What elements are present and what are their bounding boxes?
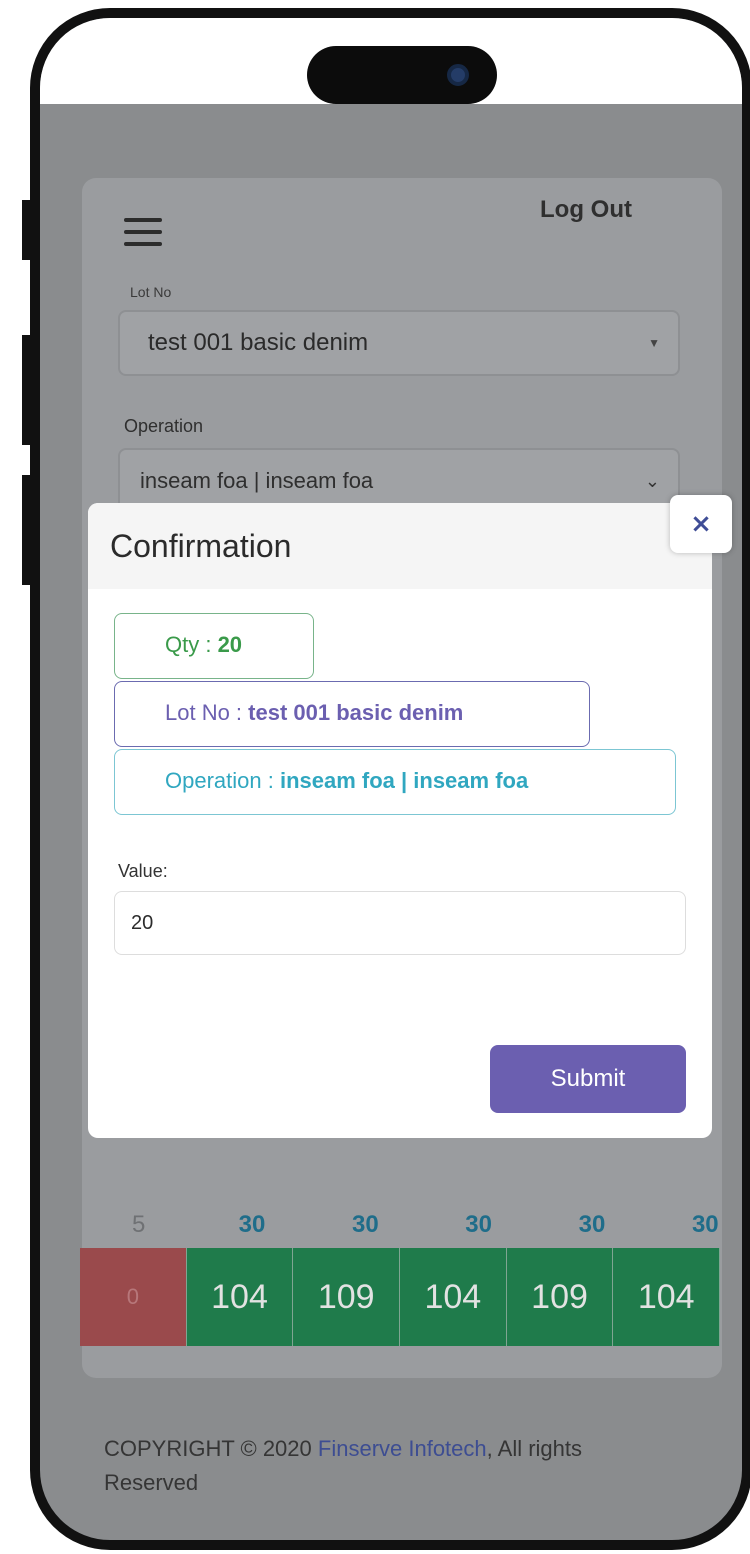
lot-value: test 001 basic denim bbox=[248, 700, 464, 725]
count-cell: 104 bbox=[613, 1248, 721, 1346]
count-cell: 104 bbox=[400, 1248, 507, 1346]
side-button bbox=[22, 475, 32, 585]
logout-link[interactable]: Log Out bbox=[540, 196, 632, 224]
count-cell: 109 bbox=[506, 1248, 614, 1346]
footer-brand-link[interactable]: Finserve Infotech bbox=[318, 1436, 487, 1461]
lot-chip: Lot No : test 001 basic denim bbox=[114, 681, 590, 747]
caret-down-icon: ▼ bbox=[648, 336, 660, 350]
side-button bbox=[22, 200, 32, 260]
camera-notch bbox=[307, 46, 497, 104]
value-input[interactable] bbox=[114, 891, 686, 955]
operation-label: Operation bbox=[124, 416, 204, 436]
qty-chip: Qty : 20 bbox=[114, 613, 314, 679]
confirmation-modal: Confirmation × Qty : 20 Lot No : test 00… bbox=[88, 495, 732, 1138]
close-icon[interactable]: × bbox=[670, 495, 732, 553]
operation-chip: Operation : inseam foa | inseam foa bbox=[114, 749, 676, 815]
qty-value: 20 bbox=[217, 632, 243, 657]
submit-button[interactable]: Submit bbox=[490, 1045, 686, 1113]
lot-no-label: Lot No bbox=[130, 284, 172, 300]
side-button bbox=[22, 335, 32, 445]
operation-value: inseam foa | inseam foa bbox=[140, 468, 374, 493]
qty-label: Qty : bbox=[165, 632, 218, 657]
operation-chip-value: inseam foa | inseam foa bbox=[279, 768, 529, 793]
hamburger-menu-icon[interactable] bbox=[124, 218, 162, 246]
value-label: Value: bbox=[118, 861, 168, 881]
lot-label: Lot No : bbox=[165, 700, 249, 725]
modal-title: Confirmation bbox=[110, 528, 292, 564]
lot-no-select[interactable]: test 001 basic denim ▼ bbox=[118, 310, 680, 376]
footer-copyright: COPYRIGHT © 2020 Finserve Infotech, All … bbox=[104, 1432, 664, 1500]
count-cell: 0 bbox=[80, 1248, 187, 1346]
count-cell: 104 bbox=[186, 1248, 294, 1346]
camera-icon bbox=[447, 64, 469, 86]
operation-chip-label: Operation : bbox=[165, 768, 280, 793]
footer-prefix: COPYRIGHT © 2020 bbox=[104, 1436, 318, 1461]
counts-row: 0 104 109 104 109 104 bbox=[80, 1248, 721, 1346]
count-cell: 109 bbox=[293, 1248, 401, 1346]
lot-no-value: test 001 basic denim bbox=[148, 329, 369, 356]
modal-header: Confirmation bbox=[88, 503, 712, 589]
